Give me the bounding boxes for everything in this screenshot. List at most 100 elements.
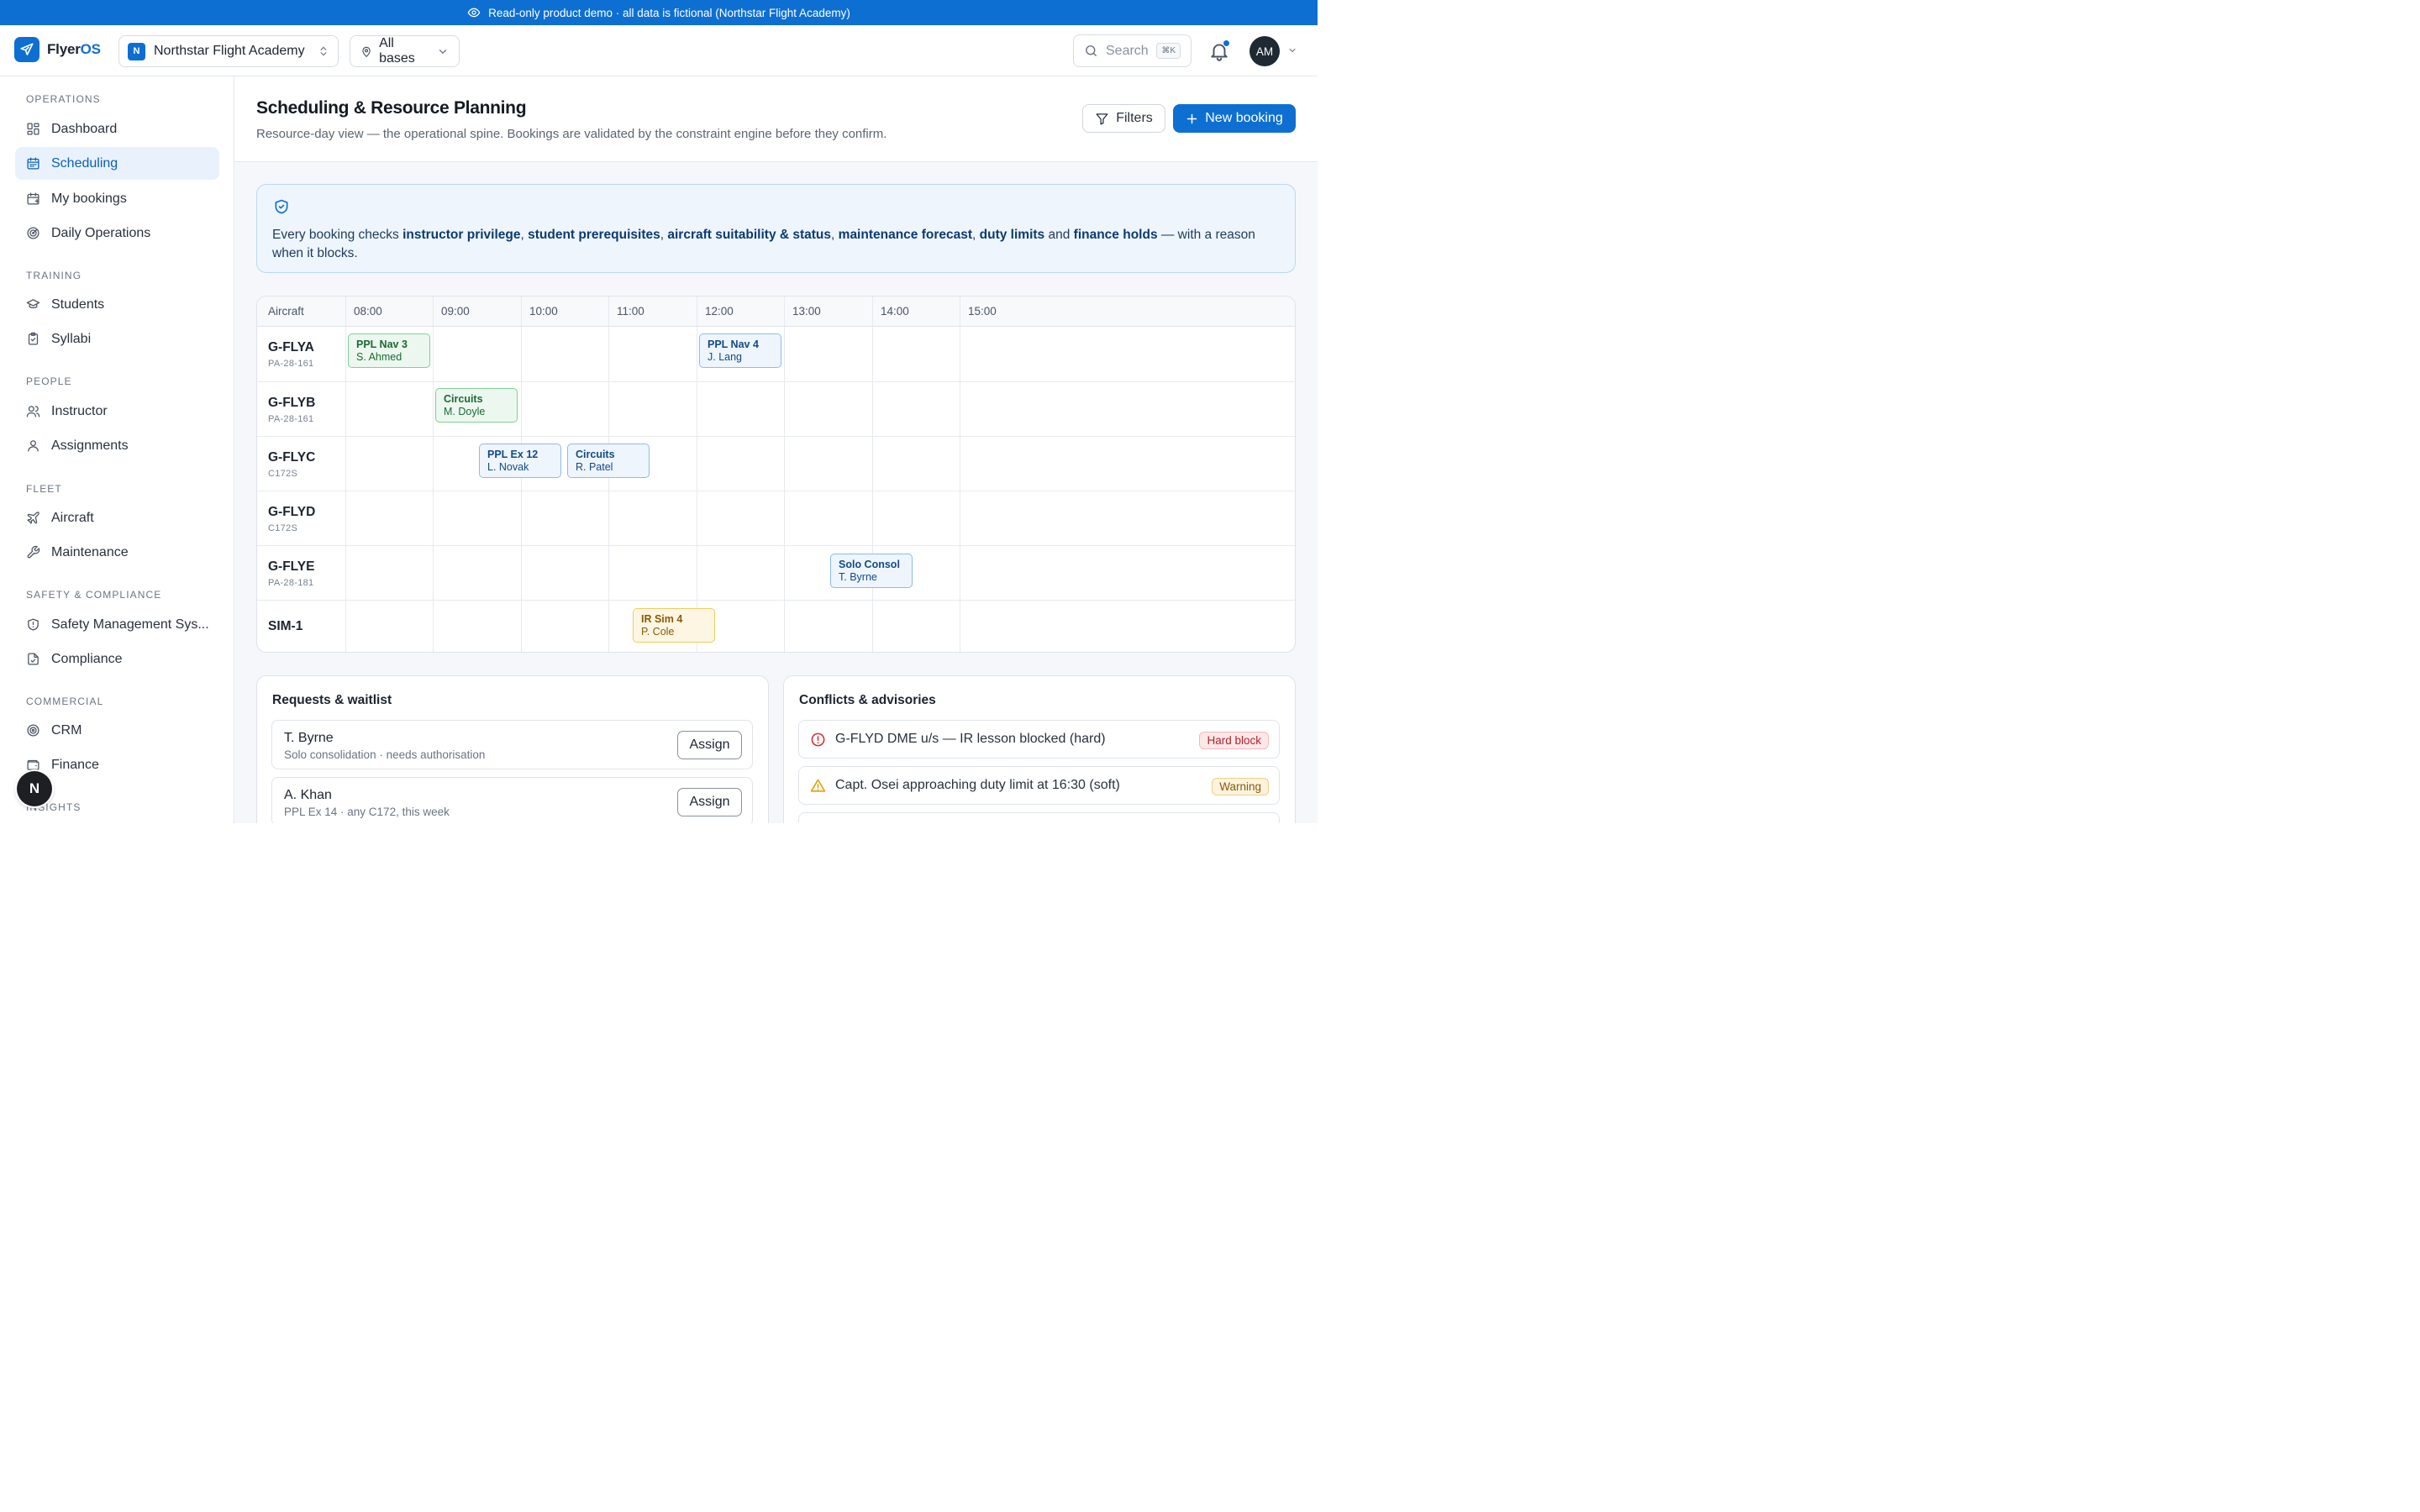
sidebar-item-label: Compliance: [51, 651, 123, 666]
org-badge: N: [128, 42, 145, 60]
page-subtitle: Resource-day view — the operational spin…: [256, 127, 887, 141]
sidebar-item-daily-operations[interactable]: Daily Operations: [15, 217, 219, 249]
calendar-icon: [27, 157, 39, 170]
hour-header: 10:00: [529, 305, 558, 318]
section-fleet: FLEET: [26, 483, 62, 495]
chevron-down-icon[interactable]: [1287, 45, 1297, 55]
resource-column-header: Aircraft: [268, 305, 304, 318]
list-item: T. Byrne Solo consolidation · needs auth…: [271, 720, 753, 769]
booking-block[interactable]: PPL Nav 4 J. Lang: [699, 333, 781, 368]
hour-header: 11:00: [617, 305, 644, 318]
resource-row[interactable]: G-FLYD C172S: [257, 491, 1295, 546]
sidebar-item-assignments[interactable]: Assignments: [15, 429, 219, 462]
hour-header: 13:00: [792, 305, 821, 318]
user-icon: [28, 440, 39, 452]
sidebar-item-label: Daily Operations: [51, 225, 151, 240]
base-selector[interactable]: All bases: [350, 35, 460, 67]
graduation-cap-icon: [26, 299, 40, 309]
filters-button[interactable]: Filters: [1082, 104, 1165, 133]
booking-person: T. Byrne: [839, 571, 877, 583]
list-item[interactable]: [798, 812, 1280, 823]
booking-title: PPL Nav 4: [708, 339, 759, 350]
booking-block[interactable]: PPL Nav 3 S. Ahmed: [348, 333, 430, 368]
booking-block[interactable]: Circuits R. Patel: [567, 444, 650, 478]
new-booking-button[interactable]: New booking: [1173, 104, 1296, 133]
aircraft-registration: G-FLYD: [268, 505, 316, 519]
eye-icon: [467, 8, 481, 18]
radar-icon: [27, 227, 39, 239]
clipboard-icon: [28, 332, 39, 345]
assign-button[interactable]: Assign: [677, 731, 742, 759]
page-title: Scheduling & Resource Planning: [256, 98, 527, 118]
booking-title: Circuits: [444, 393, 483, 405]
user-avatar[interactable]: AM: [1249, 36, 1280, 66]
plus-icon: [1187, 113, 1197, 123]
dashboard-icon: [27, 123, 39, 135]
booking-block[interactable]: IR Sim 4 P. Cole: [633, 608, 715, 643]
booking-block[interactable]: Solo Consol T. Byrne: [830, 554, 913, 588]
booking-person: J. Lang: [708, 351, 743, 363]
booking-person: P. Cole: [641, 626, 675, 638]
booking-title: Circuits: [576, 449, 615, 460]
section-people: PEOPLE: [26, 375, 72, 387]
sidebar-item-crm[interactable]: CRM: [15, 714, 219, 747]
chevron-updown-icon: [320, 46, 327, 56]
search-shortcut: ⌘K: [1156, 43, 1181, 59]
section-operations: OPERATIONS: [26, 93, 101, 105]
assistant-button[interactable]: N: [17, 771, 52, 806]
assign-button[interactable]: Assign: [677, 788, 742, 816]
booking-person: R. Patel: [576, 461, 613, 473]
search-input[interactable]: Search ⌘K: [1073, 34, 1192, 67]
sidebar-item-label: Assignments: [51, 438, 129, 453]
sidebar-item-safety-management[interactable]: Safety Management Sys...: [15, 608, 219, 641]
list-item[interactable]: G-FLYD DME u/s — IR lesson blocked (hard…: [798, 720, 1280, 759]
filter-icon: [1096, 113, 1108, 125]
resource-row[interactable]: G-FLYE PA-28-181: [257, 546, 1295, 601]
requests-waitlist-panel: Requests & waitlist T. Byrne Solo consol…: [256, 675, 769, 823]
sidebar-item-dashboard[interactable]: Dashboard: [15, 113, 219, 145]
panel-title: Conflicts & advisories: [799, 693, 936, 707]
sidebar-item-instructor[interactable]: Instructor: [15, 395, 219, 428]
sidebar-item-label: Students: [51, 297, 105, 312]
app-name: FlyerOS: [47, 41, 101, 57]
sidebar-item-label: CRM: [51, 722, 82, 738]
grid-header: [257, 297, 1295, 327]
booking-person: M. Doyle: [444, 406, 486, 417]
booking-person: S. Ahmed: [356, 351, 402, 363]
aircraft-registration: G-FLYA: [268, 340, 314, 354]
shield-icon: [28, 618, 39, 631]
booking-block[interactable]: Circuits M. Doyle: [435, 388, 518, 423]
sidebar-item-aircraft[interactable]: Aircraft: [15, 501, 219, 534]
resource-row[interactable]: G-FLYC C172S: [257, 437, 1295, 491]
sidebar-item-label: Finance: [51, 757, 99, 772]
booking-block[interactable]: PPL Ex 12 L. Novak: [479, 444, 561, 478]
org-name: Northstar Flight Academy: [154, 44, 305, 58]
aircraft-registration: G-FLYE: [268, 559, 315, 574]
wallet-icon: [27, 759, 39, 770]
sidebar-item-syllabi[interactable]: Syllabi: [15, 323, 219, 355]
hour-header: 15:00: [968, 305, 997, 318]
aircraft-type: C172S: [268, 523, 298, 533]
target-icon: [27, 724, 39, 737]
top-header: FlyerOS N Northstar Flight Academy All b…: [0, 25, 1318, 76]
sidebar-item-my-bookings[interactable]: My bookings: [15, 182, 219, 215]
sidebar-item-students[interactable]: Students: [15, 288, 219, 321]
file-check-icon: [28, 653, 39, 665]
resource-row[interactable]: G-FLYB PA-28-161: [257, 382, 1295, 437]
sidebar-item-scheduling[interactable]: Scheduling: [15, 147, 219, 180]
aircraft-registration: SIM-1: [268, 619, 303, 633]
booking-title: IR Sim 4: [641, 613, 683, 625]
main-content: Every booking checks instructor privileg…: [234, 162, 1318, 823]
constraint-info-card: Every booking checks instructor privileg…: [256, 184, 1296, 273]
list-item[interactable]: Capt. Osei approaching duty limit at 16:…: [798, 766, 1280, 805]
booking-title: Solo Consol: [839, 559, 900, 570]
resource-row[interactable]: SIM-1: [257, 601, 1295, 652]
sidebar-item-label: Dashboard: [51, 121, 118, 136]
calendar-check-icon: [27, 192, 39, 205]
sidebar-item-compliance[interactable]: Compliance: [15, 643, 219, 675]
hour-header: 14:00: [881, 305, 909, 318]
sidebar-item-maintenance[interactable]: Maintenance: [15, 536, 219, 569]
panel-title: Requests & waitlist: [272, 693, 392, 707]
app-logo[interactable]: FlyerOS: [14, 37, 101, 62]
organization-selector[interactable]: N Northstar Flight Academy: [118, 35, 339, 67]
